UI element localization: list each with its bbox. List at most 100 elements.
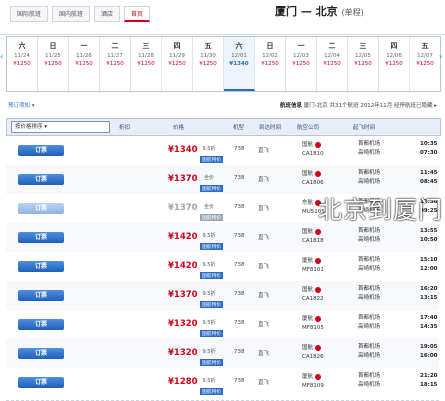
departure-airport: 高崎机场 [358,266,381,272]
date-cell[interactable]: 六 11/24 ¥1250 [7,37,38,91]
airline-name: 国航 [302,142,314,148]
aircraft-type[interactable]: 738 [234,320,245,326]
date-cell[interactable]: 六 12/01 ¥1340 [224,37,255,91]
date-cell[interactable]: 三 12/05 ¥1250 [348,37,379,91]
tab-hotel[interactable]: 酒店 [94,6,121,22]
airline-block: 国航 CA1826 [302,344,324,362]
col-header-discount[interactable]: 折扣 [119,123,130,131]
airline-block: 国航 CA1806 [302,170,324,188]
aircraft-type[interactable]: 738 [234,146,245,152]
col-header-depart[interactable]: 起飞时间 [353,123,375,131]
airline-name: 厦航 [302,316,314,322]
book-button[interactable]: 订票 [18,174,64,185]
booking-notice-link[interactable]: 预订须知 ▾ [8,101,35,109]
airport-block: 首都机场 高崎机场 [358,256,380,274]
date-cell-price: ¥1250 [44,61,62,67]
arrival-airport: 首都机场 [358,257,381,263]
date-cell-dow: 二 [328,42,336,50]
date-cell[interactable]: 一 12/03 ¥1250 [286,37,317,91]
airline-name: 国航 [302,287,314,293]
book-button[interactable]: 订票 [18,232,64,243]
date-cell[interactable]: 五 12/07 ¥1250 [410,37,440,91]
date-cell[interactable]: 日 11/25 ¥1250 [38,37,69,91]
tab-international[interactable]: 国际航班 [10,6,49,22]
flight-price: ¥1320 [168,348,198,358]
route-name: 厦门 — 北京 [275,5,338,18]
fare-tag[interactable]: 国航特价 [200,359,224,366]
flight-number[interactable]: MF8109 [302,382,324,391]
date-cell[interactable]: 日 12/02 ¥1250 [255,37,286,91]
aircraft-type[interactable]: 738 [234,262,245,268]
date-cell-dow: 二 [111,42,119,50]
sort-select[interactable]: 按价格排序 ▾ [11,121,110,133]
date-cell[interactable]: 二 11/27 ¥1250 [100,37,131,91]
date-cell-price: ¥1250 [416,61,434,67]
date-cell[interactable]: 四 12/06 ¥1250 [379,37,410,91]
date-cell[interactable]: 四 11/29 ¥1250 [162,37,193,91]
departure-time: 18:15 [420,382,438,388]
departure-time: 16:00 [420,353,438,359]
col-header-price[interactable]: 价格 [173,123,184,131]
time-block: 17:40 14:35 [420,314,438,332]
date-cell[interactable]: 一 11/26 ¥1250 [69,37,100,91]
flight-discount: 9.5折 [202,233,216,239]
book-button[interactable]: 订票 [18,203,64,214]
departure-airport: 高崎机场 [358,324,381,330]
date-cell-price: ¥1250 [385,61,403,67]
fare-tag[interactable]: 国航特价 [200,185,224,192]
book-button[interactable]: 订票 [18,145,64,156]
book-button[interactable]: 订票 [18,261,64,272]
aircraft-type[interactable]: 738 [234,378,245,384]
col-header-airline[interactable]: 航空公司 [297,123,319,131]
book-button[interactable]: 订票 [18,348,64,359]
date-cell-date: 11/27 [107,53,123,59]
date-cell-price: ¥1250 [323,61,341,67]
strip-next-icon[interactable]: › [439,52,445,68]
flight-number[interactable]: CA1826 [302,353,324,362]
flight-number[interactable]: MF8105 [302,324,324,333]
col-header-arrive[interactable]: 到达时间 [259,123,281,131]
aircraft-type[interactable]: 738 [234,349,245,355]
airline-block: 厦航 MF8109 [302,373,324,391]
book-button[interactable]: 订票 [18,290,64,301]
aircraft-type[interactable]: 738 [234,204,245,210]
flight-row: 订票 ¥1280 9.5折 国航特价 738 直飞 厦航 MF8109 首都机场 高崎机场 21:2… [6,368,439,401]
flight-number[interactable]: CA1822 [302,295,324,304]
date-cell-date: 12/01 [231,53,247,59]
fare-tag[interactable]: 国航特价 [200,156,224,163]
flight-number[interactable]: CA1806 [302,179,324,188]
flight-number[interactable]: CA1818 [302,237,324,246]
book-button[interactable]: 订票 [18,319,64,330]
date-cell-date: 11/25 [45,53,61,59]
fare-tag[interactable]: 国航特价 [200,301,224,308]
aircraft-type[interactable]: 738 [234,233,245,239]
time-block: 11:45 08:45 [420,169,438,187]
flight-number[interactable]: MF8101 [302,266,324,275]
flight-summary-text: 厦门-北京 共31个航班 2012年11月 经停航班已隐藏 ▸ [303,103,437,109]
flight-number[interactable]: CA1810 [302,150,324,159]
book-button[interactable]: 订票 [18,377,64,388]
fare-tag[interactable]: 国航特价 [200,330,224,337]
date-cell[interactable]: 二 12/04 ¥1250 [317,37,348,91]
date-cell-dow: 六 [18,42,26,50]
col-header-type[interactable]: 机型 [233,123,244,131]
aircraft-type[interactable]: 738 [234,175,245,181]
date-cell-dow: 四 [390,42,398,50]
aircraft-type[interactable]: 738 [234,291,245,297]
airline-logo-icon [315,344,322,351]
date-cell-price: ¥1250 [13,61,31,67]
flight-discount: 9.5折 [202,349,216,355]
flight-discount: 9.5折 [202,262,216,268]
tab-home[interactable]: 首页 [124,6,151,22]
date-cell[interactable]: 三 11/28 ¥1250 [131,37,162,91]
airline-block: 厦航 MF8105 [302,315,324,333]
flight-price: ¥1370 [168,174,198,184]
fare-tag[interactable]: 国航特价 [200,272,224,279]
fare-tag[interactable]: 国航特价 [200,214,224,221]
date-cell[interactable]: 五 11/30 ¥1250 [193,37,224,91]
fare-tag[interactable]: 国航特价 [200,243,224,250]
date-cell-date: 12/02 [262,53,278,59]
fare-tag[interactable]: 国航特价 [200,388,224,395]
flight-discount: 9.5折 [202,146,216,152]
tab-domestic[interactable]: 国内航班 [52,6,91,22]
